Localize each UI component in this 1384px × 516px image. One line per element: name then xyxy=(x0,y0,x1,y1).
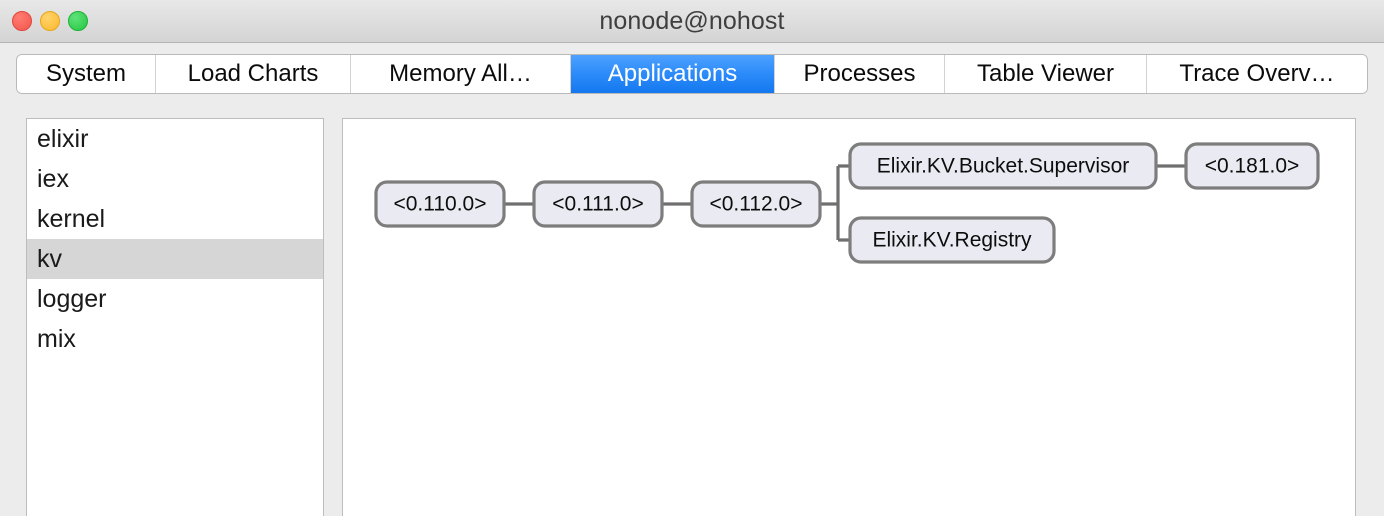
tree-node-n181[interactable]: <0.181.0> xyxy=(1184,142,1320,190)
sidebar-item-kv[interactable]: kv xyxy=(27,239,323,279)
tab-label: Applications xyxy=(607,60,738,87)
tab-label: Memory All… xyxy=(389,60,532,87)
tree-node-label: <0.181.0> xyxy=(1205,155,1300,178)
tab-system[interactable]: System xyxy=(17,55,156,93)
tree-node-label: <0.110.0> xyxy=(393,193,486,216)
sidebar-item-mix[interactable]: mix xyxy=(27,319,323,359)
sidebar-item-label: kernel xyxy=(37,205,106,233)
tab-label: Table Viewer xyxy=(977,60,1114,87)
tree-node-n111[interactable]: <0.111.0> xyxy=(532,180,664,228)
sidebar-item-logger[interactable]: logger xyxy=(27,279,323,319)
sidebar-item-elixir[interactable]: elixir xyxy=(27,119,323,159)
tree-node-label: Elixir.KV.Bucket.Supervisor xyxy=(877,155,1130,178)
tab-bar: System Load Charts Memory All… Applications… xyxy=(16,54,1368,94)
tree-node-label: <0.112.0> xyxy=(709,193,802,216)
tree-node-n110[interactable]: <0.110.0> xyxy=(374,180,506,228)
tab-label: Load Charts xyxy=(187,60,319,87)
app-window: nonode@nohost System Load Charts Memory Al… xyxy=(0,0,1384,516)
title-bar: nonode@nohost xyxy=(0,0,1384,43)
tab-memory-all[interactable]: Memory All… xyxy=(351,55,571,93)
tree-node-sup[interactable]: Elixir.KV.Bucket.Supervisor xyxy=(848,142,1158,190)
tab-label: Processes xyxy=(803,60,916,87)
tree-branch-connector xyxy=(820,164,850,242)
sidebar-item-label: logger xyxy=(37,285,107,313)
window-title: nonode@nohost xyxy=(599,7,785,35)
sidebar-item-kernel[interactable]: kernel xyxy=(27,199,323,239)
tab-processes[interactable]: Processes xyxy=(775,55,945,93)
tree-node-label: <0.111.0> xyxy=(552,193,643,216)
process-tree-panel: <0.110.0> <0.111.0> <0.112.0> Elixir.KV.Buc… xyxy=(342,118,1356,516)
tab-table-viewer[interactable]: Table Viewer xyxy=(945,55,1147,93)
tab-load-charts[interactable]: Load Charts xyxy=(156,55,351,93)
process-tree-diagram: <0.110.0> <0.111.0> <0.112.0> Elixir.KV.Buc… xyxy=(374,142,1320,264)
tree-node-label: Elixir.KV.Registry xyxy=(872,229,1032,252)
tree-node-reg[interactable]: Elixir.KV.Registry xyxy=(848,216,1056,264)
tab-applications[interactable]: Applications xyxy=(571,55,775,93)
application-list[interactable]: elixir iex kernel kv logger mix xyxy=(26,118,324,516)
sidebar-item-iex[interactable]: iex xyxy=(27,159,323,199)
tab-trace-overv[interactable]: Trace Overv… xyxy=(1147,55,1367,93)
tree-node-n112[interactable]: <0.112.0> xyxy=(690,180,822,228)
sidebar-item-label: iex xyxy=(37,165,69,193)
sidebar-item-label: elixir xyxy=(37,125,89,153)
sidebar-item-label: kv xyxy=(37,245,62,273)
sidebar-item-label: mix xyxy=(37,325,76,353)
tab-label: Trace Overv… xyxy=(1179,60,1335,87)
tab-label: System xyxy=(45,60,126,87)
